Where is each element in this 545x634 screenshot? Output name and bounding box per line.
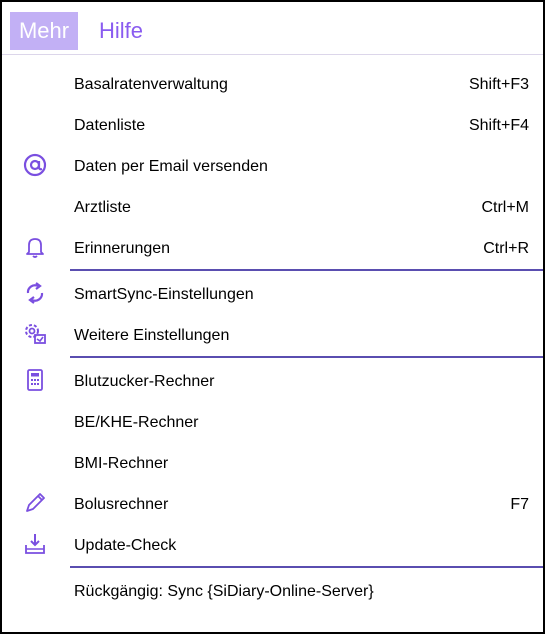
gears-icon xyxy=(22,321,48,347)
menu-item-be-khe-rechner[interactable]: BE/KHE-Rechner xyxy=(2,402,543,443)
menu-hilfe[interactable]: Hilfe xyxy=(99,12,143,50)
menu-item-label: BE/KHE-Rechner xyxy=(74,414,199,431)
menu-item-weitere-einstellungen[interactable]: Weitere Einstellungen xyxy=(2,315,543,356)
menu-item-label: Daten per Email versenden xyxy=(74,158,268,175)
menu-item-label: Update-Check xyxy=(74,537,177,554)
menu-item-label: SmartSync-Einstellungen xyxy=(74,286,254,303)
menu-item-label: Weitere Einstellungen xyxy=(74,327,230,344)
sync-icon xyxy=(22,280,48,306)
download-tray-icon xyxy=(22,531,48,557)
menu-item-label: Basalratenverwaltung xyxy=(74,76,228,93)
menu-item-bmi-rechner[interactable]: BMI-Rechner xyxy=(2,443,543,484)
menu-item-label: BMI-Rechner xyxy=(74,455,169,472)
menu-bar: Mehr Hilfe xyxy=(2,2,543,55)
menu-item-basalratenverwaltung[interactable]: Basalratenverwaltung Shift+F3 xyxy=(2,64,543,105)
menu-item-blutzucker-rechner[interactable]: Blutzucker-Rechner xyxy=(2,361,543,402)
menu-item-label: Arztliste xyxy=(74,199,131,216)
menu-item-shortcut: F7 xyxy=(510,496,529,513)
menu-item-bolusrechner[interactable]: Bolusrechner F7 xyxy=(2,484,543,525)
menu-item-update-check[interactable]: Update-Check xyxy=(2,525,543,566)
menu-window: Mehr Hilfe Basalratenverwaltung Shift+F3… xyxy=(0,0,545,634)
menu-item-label: Blutzucker-Rechner xyxy=(74,373,215,390)
menu-item-shortcut: Ctrl+R xyxy=(483,240,529,257)
menu-item-erinnerungen[interactable]: Erinnerungen Ctrl+R xyxy=(2,228,543,269)
menu-mehr[interactable]: Mehr xyxy=(10,12,78,50)
calculator-icon xyxy=(22,367,48,393)
menu-item-shortcut: Ctrl+M xyxy=(481,199,529,216)
menu-item-arztliste[interactable]: Arztliste Ctrl+M xyxy=(2,187,543,228)
at-icon xyxy=(22,152,48,178)
menu-item-shortcut: Shift+F4 xyxy=(468,117,529,134)
menu-item-rueckgaengig[interactable]: Rückgängig: Sync {SiDiary-Online-Server} xyxy=(2,571,543,612)
menu-item-label: Datenliste xyxy=(74,117,146,134)
menu-item-label: Erinnerungen xyxy=(74,240,171,257)
menu-item-label: Rückgängig: Sync {SiDiary-Online-Server} xyxy=(74,583,374,600)
menu-item-datenliste[interactable]: Datenliste Shift+F4 xyxy=(2,105,543,146)
dropdown-menu: Basalratenverwaltung Shift+F3 Datenliste… xyxy=(2,64,543,612)
pencil-icon xyxy=(22,490,48,516)
menu-item-smartsync-einstellungen[interactable]: SmartSync-Einstellungen xyxy=(2,274,543,315)
menu-item-daten-per-email[interactable]: Daten per Email versenden xyxy=(2,146,543,187)
menu-item-shortcut: Shift+F3 xyxy=(468,76,529,93)
menu-item-label: Bolusrechner xyxy=(74,496,169,513)
bell-icon xyxy=(22,234,48,260)
